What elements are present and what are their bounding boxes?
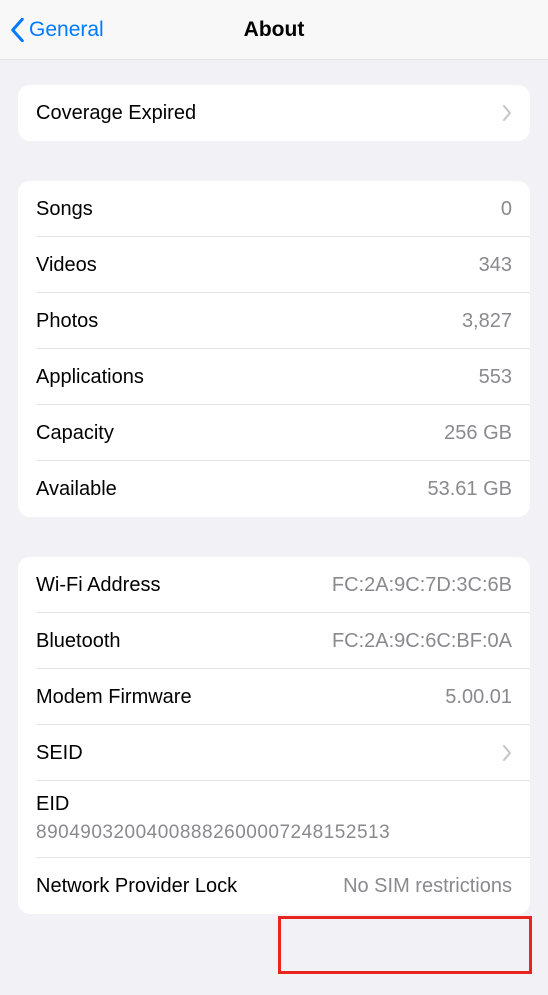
row-label: Applications [36,366,144,389]
row-coverage-expired[interactable]: Coverage Expired [18,85,530,141]
row-capacity: Capacity 256 GB [18,405,530,461]
row-value: 5.00.01 [445,686,512,709]
row-seid[interactable]: SEID [18,725,530,781]
chevron-right-icon [502,745,512,761]
row-value: 89049032004008882600007248152513 [36,822,512,844]
row-value: 0 [501,198,512,221]
row-label: Bluetooth [36,630,121,653]
section-coverage: Coverage Expired [18,85,530,141]
content-area: Coverage Expired Songs 0 Videos 343 Phot… [0,60,548,914]
row-value: 3,827 [462,310,512,333]
row-label: Songs [36,198,93,221]
row-label: Wi-Fi Address [36,574,160,597]
back-label: General [29,18,104,42]
row-label: EID [36,793,512,816]
row-value: 553 [479,366,512,389]
row-value: 256 GB [444,422,512,445]
row-value: FC:2A:9C:7D:3C:6B [332,574,512,597]
row-bluetooth: Bluetooth FC:2A:9C:6C:BF:0A [18,613,530,669]
back-button[interactable]: General [10,18,104,42]
row-wifi-address: Wi-Fi Address FC:2A:9C:7D:3C:6B [18,557,530,613]
section-identifiers: Wi-Fi Address FC:2A:9C:7D:3C:6B Bluetoot… [18,557,530,914]
row-photos: Photos 3,827 [18,293,530,349]
row-value: 53.61 GB [427,478,512,501]
row-value: No SIM restrictions [343,875,512,898]
chevron-left-icon [10,18,25,42]
row-label: Photos [36,310,98,333]
row-label: Available [36,478,117,501]
row-label: Videos [36,254,97,277]
row-label: Network Provider Lock [36,875,237,898]
page-title: About [244,18,305,42]
row-label: Coverage Expired [36,102,196,125]
row-value: 343 [479,254,512,277]
row-videos: Videos 343 [18,237,530,293]
chevron-right-icon [502,105,512,121]
row-value: FC:2A:9C:6C:BF:0A [332,630,512,653]
row-network-provider-lock: Network Provider Lock No SIM restriction… [18,858,530,914]
row-applications: Applications 553 [18,349,530,405]
row-modem-firmware: Modem Firmware 5.00.01 [18,669,530,725]
row-label: Modem Firmware [36,686,192,709]
row-label: SEID [36,742,83,765]
section-storage: Songs 0 Videos 343 Photos 3,827 Applicat… [18,181,530,517]
row-eid: EID 89049032004008882600007248152513 [18,781,530,858]
nav-bar: General About [0,0,548,60]
annotation-highlight-box [278,916,532,974]
row-songs: Songs 0 [18,181,530,237]
row-available: Available 53.61 GB [18,461,530,517]
row-label: Capacity [36,422,114,445]
